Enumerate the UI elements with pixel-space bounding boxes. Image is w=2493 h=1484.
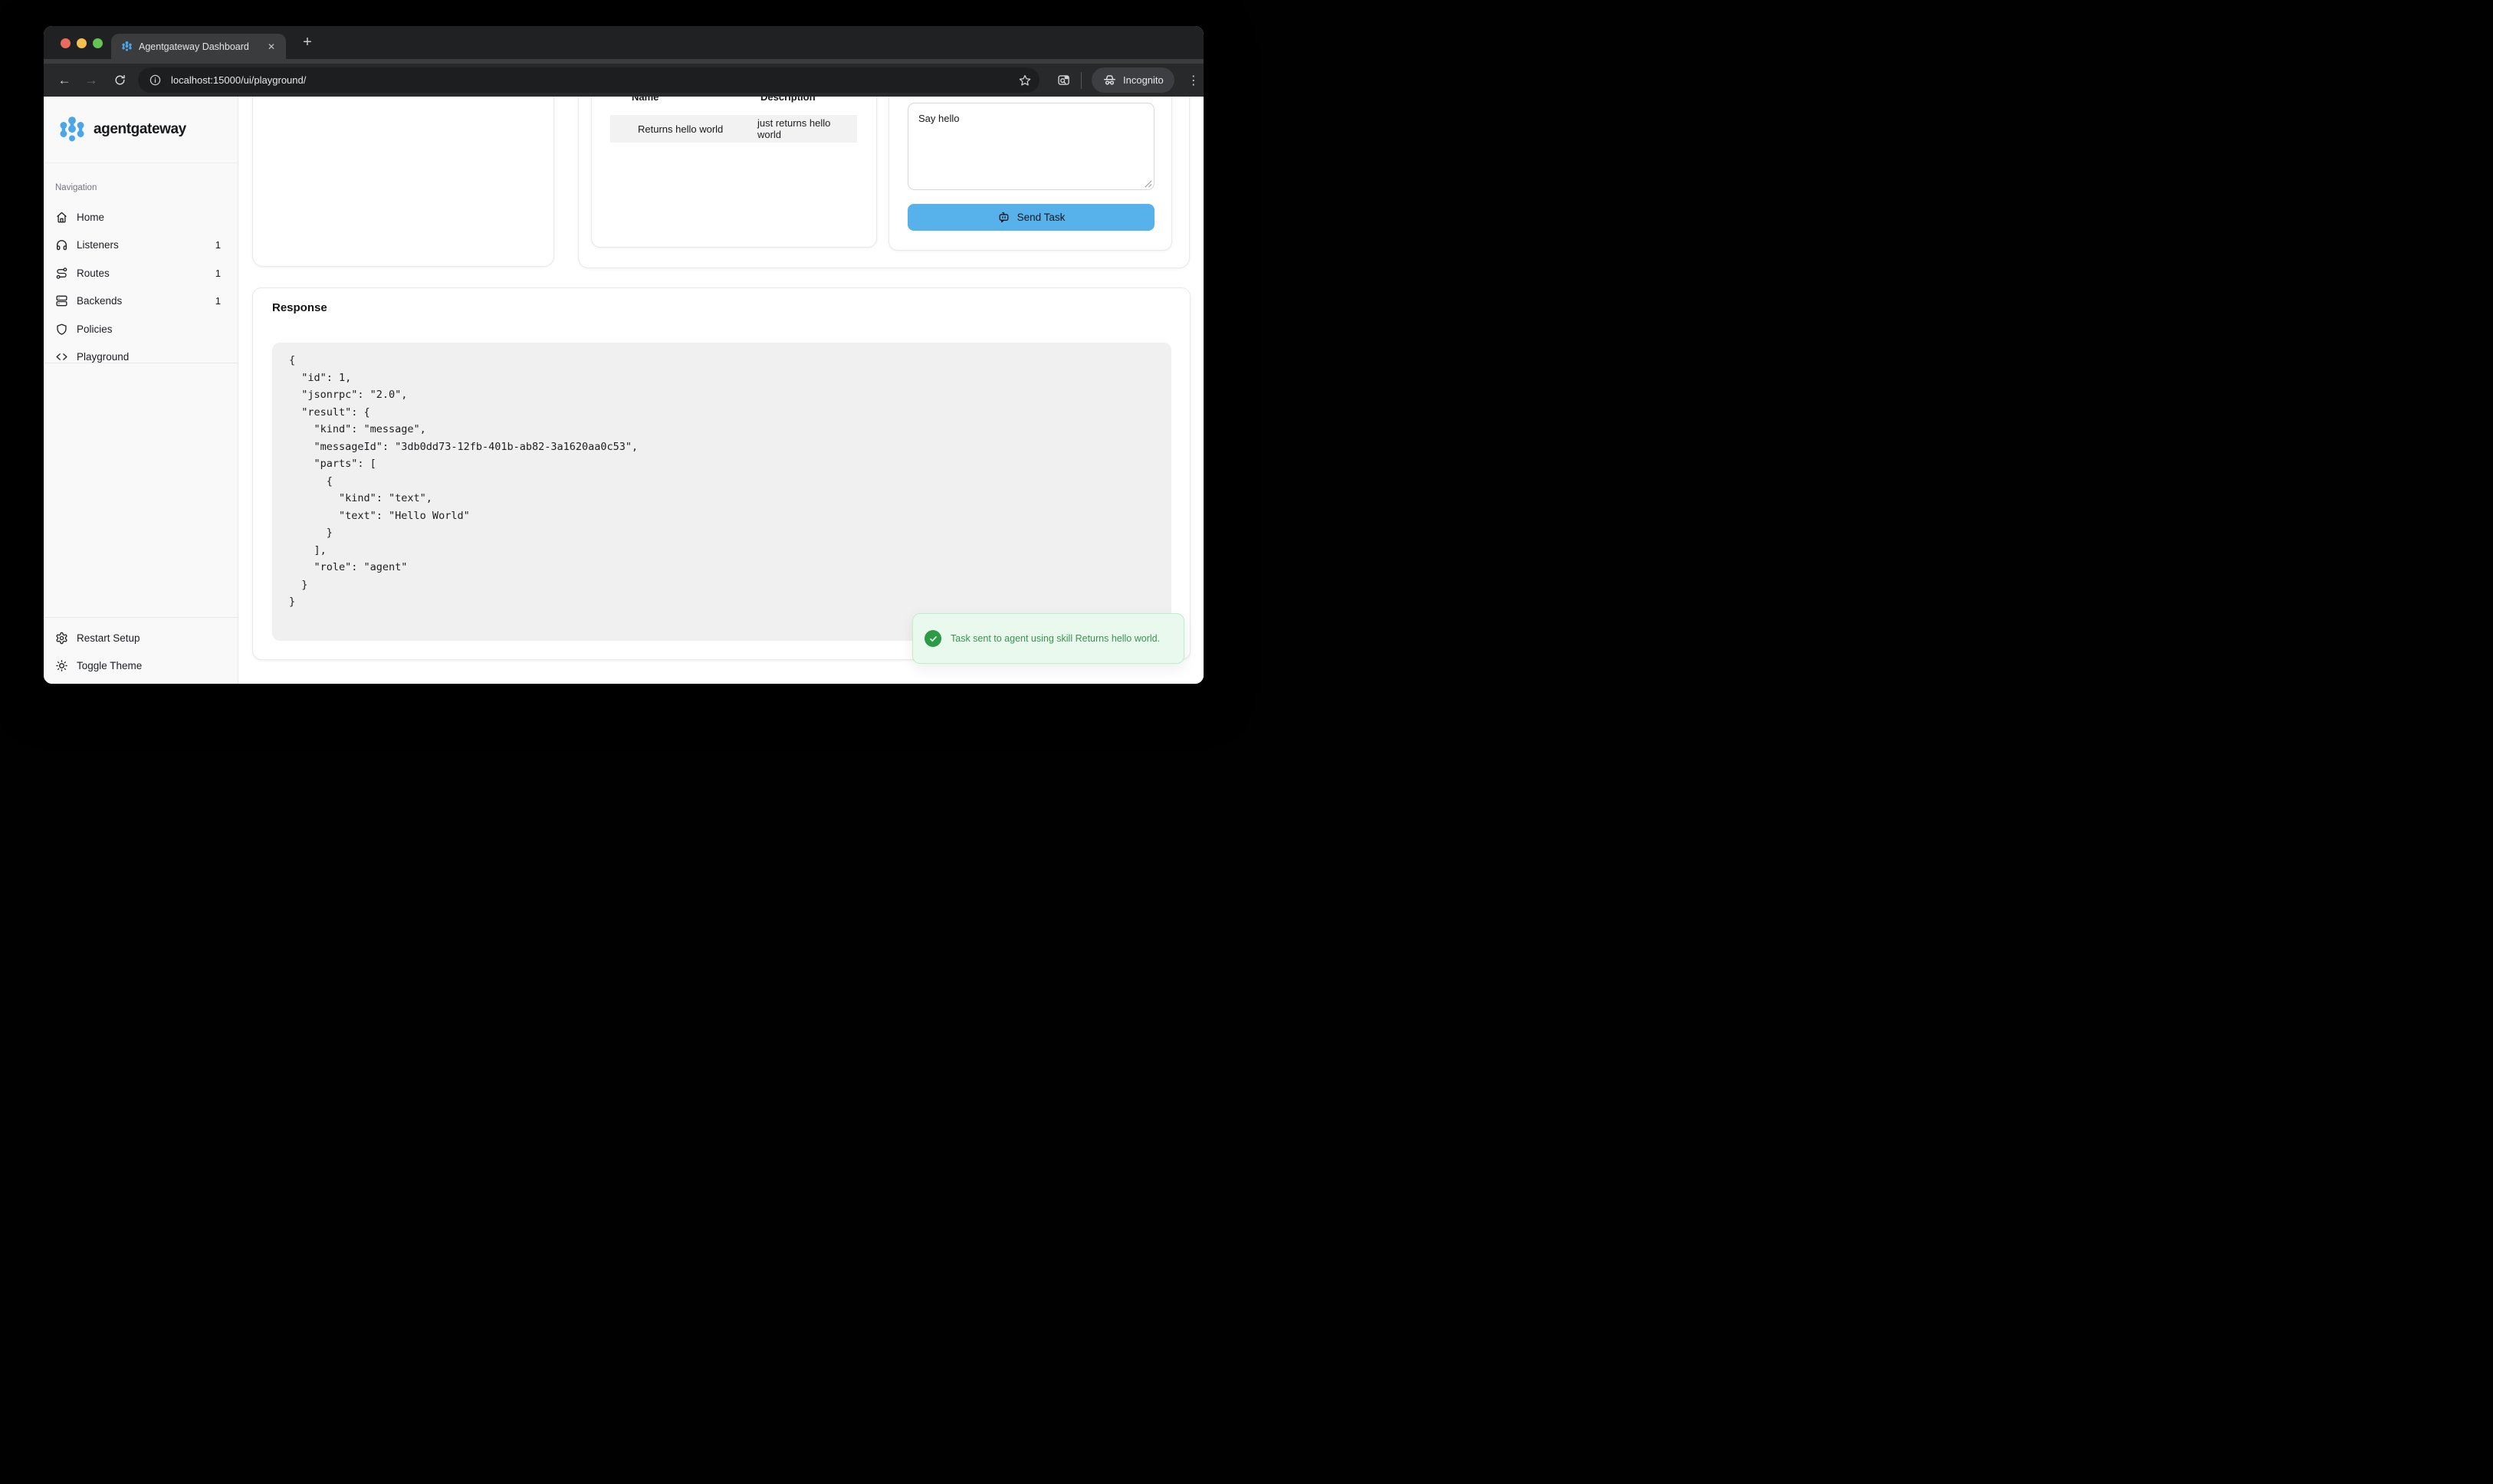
favicon-agentgateway-icon — [121, 41, 133, 52]
back-button[interactable]: ← — [53, 73, 76, 88]
send-task-button[interactable]: Send Task — [908, 204, 1155, 231]
code-icon — [55, 350, 68, 363]
success-check-icon — [925, 630, 941, 647]
table-row-skill[interactable]: Returns hello world just returns hello w… — [610, 115, 857, 143]
bookmark-star-icon[interactable] — [1018, 74, 1032, 87]
skills-card: Name Description Returns hello world jus… — [591, 97, 877, 248]
agent-card — [252, 97, 554, 267]
new-tab-button[interactable]: + — [297, 32, 318, 54]
bot-message-icon — [997, 211, 1010, 224]
response-json: { "id": 1, "jsonrpc": "2.0", "result": {… — [289, 352, 1155, 611]
sidebar: agentgateway Navigation Home — [44, 97, 238, 684]
sidebar-item-count: 1 — [215, 295, 230, 307]
send-task-label: Send Task — [1017, 212, 1066, 223]
address-bar[interactable]: localhost:15000/ui/playground/ — [138, 67, 1040, 93]
sidebar-item-label: Playground — [77, 351, 129, 363]
playground-main: Name Description Returns hello world jus… — [238, 97, 1204, 684]
skill-description: just returns hello world — [757, 117, 857, 140]
toggle-theme-button[interactable]: Toggle Theme — [54, 652, 230, 679]
sidebar-footer: Restart Setup Toggle Theme — [44, 617, 238, 684]
response-title: Response — [272, 301, 327, 314]
sidebar-item-label: Listeners — [77, 239, 119, 251]
task-card: Say hello — [888, 97, 1172, 251]
sidebar-nav: Navigation Home — [44, 163, 238, 363]
sidebar-item-backends[interactable]: Backends 1 — [54, 287, 230, 316]
restart-setup-button[interactable]: Restart Setup — [54, 624, 230, 652]
toolbar-separator — [1081, 72, 1082, 89]
sidebar-item-playground[interactable]: Playground — [54, 343, 230, 372]
maximize-window-button[interactable] — [93, 38, 103, 48]
sidebar-item-label: Backends — [77, 295, 122, 307]
column-header-name: Name — [632, 97, 760, 103]
minimize-window-button[interactable] — [77, 38, 87, 48]
site-info-icon[interactable] — [149, 74, 162, 87]
sidebar-item-home[interactable]: Home — [54, 203, 230, 231]
tab-search-icon[interactable] — [1056, 73, 1071, 87]
response-card: Response { "id": 1, "jsonrpc": "2.0", "r… — [252, 287, 1191, 660]
sidebar-item-count: 1 — [215, 239, 230, 251]
tab-strip: Agentgateway Dashboard ✕ + — [44, 26, 1204, 59]
toolbar-right: Incognito ⋮ — [1056, 67, 1200, 93]
task-message-input[interactable]: Say hello — [908, 103, 1155, 190]
column-header-description: Description — [760, 97, 816, 103]
route-icon — [55, 267, 68, 280]
sidebar-logo[interactable]: agentgateway — [44, 97, 238, 163]
browser-menu-icon[interactable]: ⋮ — [1187, 73, 1200, 88]
sidebar-item-label: Routes — [77, 268, 110, 279]
reload-button[interactable] — [108, 74, 131, 87]
response-code-block[interactable]: { "id": 1, "jsonrpc": "2.0", "result": {… — [272, 343, 1171, 641]
tab-title: Agentgateway Dashboard — [139, 41, 264, 52]
browser-window: Agentgateway Dashboard ✕ + ← → localhost… — [44, 26, 1204, 684]
window-controls — [61, 38, 103, 48]
logo-text: agentgateway — [94, 121, 186, 138]
sidebar-item-label: Home — [77, 212, 104, 223]
toggle-theme-label: Toggle Theme — [77, 660, 142, 671]
skill-name: Returns hello world — [638, 123, 757, 135]
shield-icon — [55, 323, 68, 336]
browser-toolbar: ← → localhost:15000/ui/playground/ — [44, 64, 1204, 97]
sidebar-item-count: 1 — [215, 268, 230, 279]
incognito-label: Incognito — [1123, 74, 1164, 86]
url-text[interactable]: localhost:15000/ui/playground/ — [171, 74, 1018, 86]
home-icon — [55, 211, 68, 224]
forward-button[interactable]: → — [80, 73, 103, 88]
sidebar-item-policies[interactable]: Policies — [54, 315, 230, 343]
toast-message: Task sent to agent using skill Returns h… — [951, 632, 1169, 646]
sidebar-item-label: Policies — [77, 323, 113, 335]
agentgateway-logo-icon — [57, 115, 87, 144]
restart-setup-label: Restart Setup — [77, 632, 140, 644]
browser-tab[interactable]: Agentgateway Dashboard ✕ — [111, 34, 286, 59]
sun-icon — [55, 659, 68, 672]
incognito-badge: Incognito — [1092, 67, 1174, 93]
gear-icon — [55, 632, 68, 645]
close-window-button[interactable] — [61, 38, 71, 48]
server-icon — [55, 294, 68, 307]
sidebar-item-routes[interactable]: Routes 1 — [54, 259, 230, 287]
nav-section-label: Navigation — [55, 183, 230, 192]
incognito-icon — [1102, 73, 1117, 87]
close-tab-icon[interactable]: ✕ — [264, 40, 278, 54]
success-toast[interactable]: Task sent to agent using skill Returns h… — [912, 613, 1184, 664]
headphones-icon — [55, 238, 68, 251]
skills-task-container: Name Description Returns hello world jus… — [578, 97, 1190, 268]
sidebar-item-listeners[interactable]: Listeners 1 — [54, 231, 230, 260]
page-content: agentgateway Navigation Home — [44, 97, 1204, 684]
skills-table-header: Name Description — [632, 97, 816, 103]
